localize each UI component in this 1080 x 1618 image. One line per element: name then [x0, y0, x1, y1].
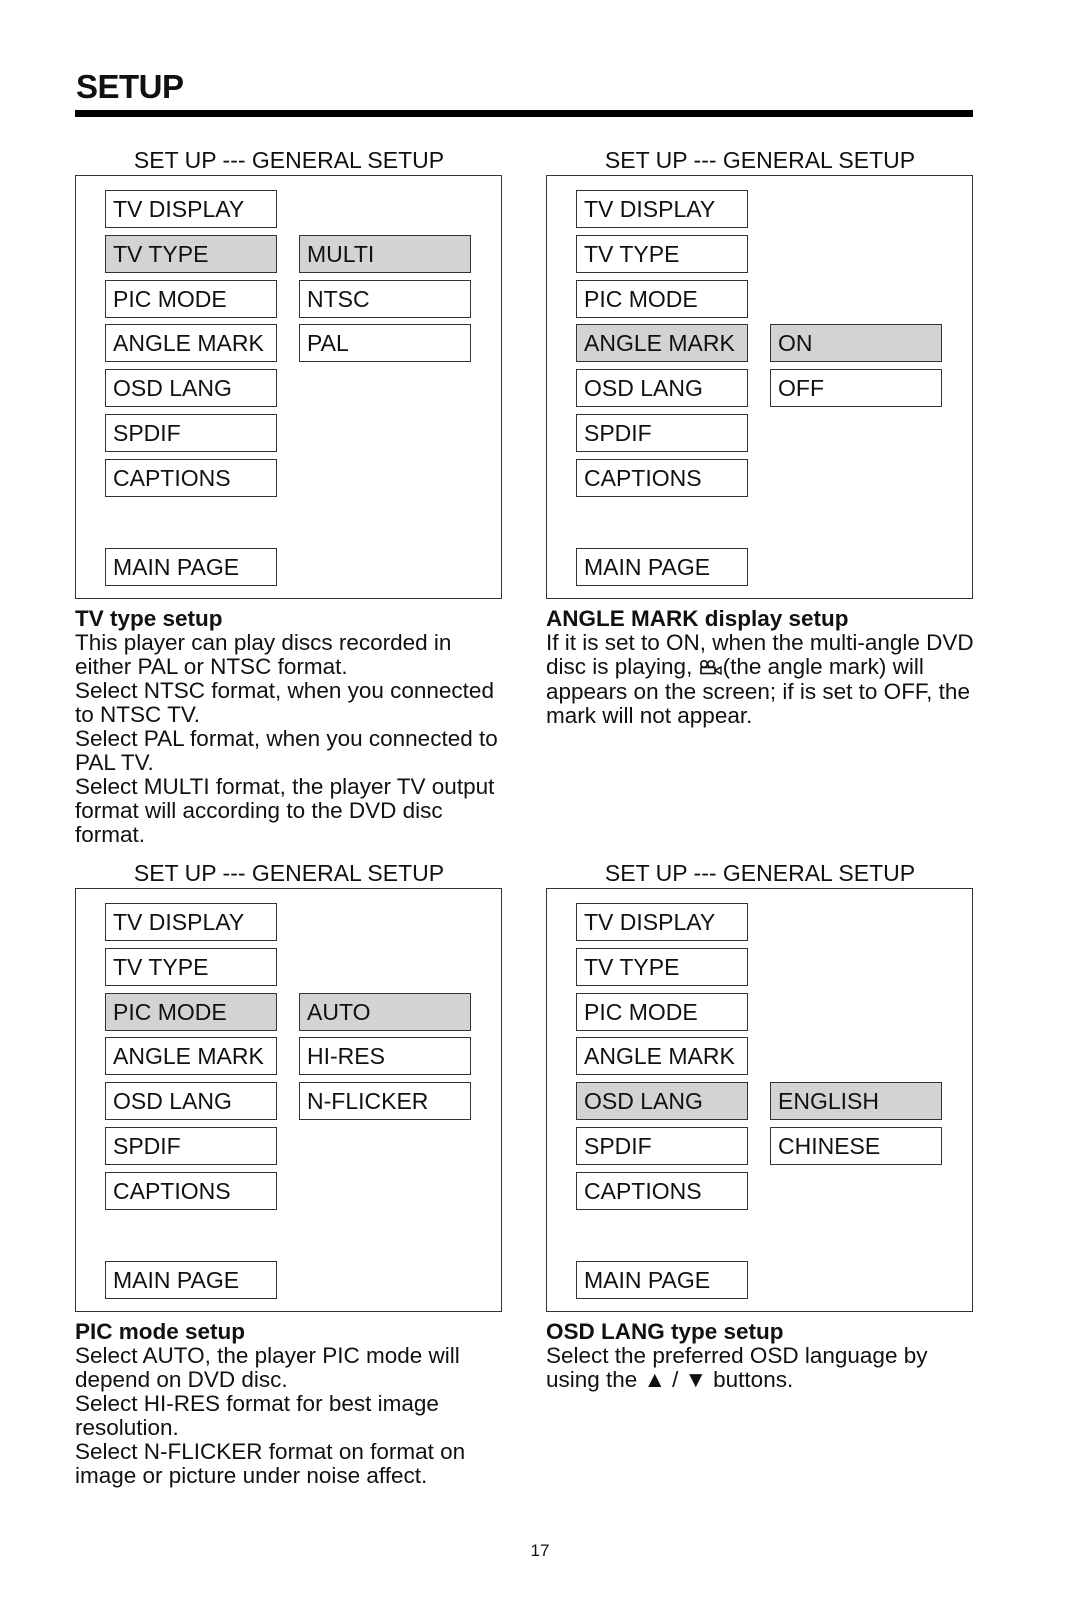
- menu-item-angle-mark[interactable]: ANGLE MARK: [105, 1037, 277, 1076]
- angle-mark-section: SET UP --- GENERAL SETUP TV DISPLAY TV TY…: [546, 145, 974, 728]
- option-off[interactable]: OFF: [770, 369, 942, 408]
- menu-item-angle-mark[interactable]: ANGLE MARK: [576, 1037, 748, 1076]
- menu-item-osd-lang[interactable]: OSD LANG: [576, 369, 748, 408]
- main-page-button[interactable]: MAIN PAGE: [576, 1261, 748, 1299]
- title-rule: [75, 110, 973, 117]
- setup-menu-panel: TV DISPLAY TV TYPE PIC MODE ANGLE MARK OSD L…: [546, 888, 973, 1312]
- menu-item-angle-mark[interactable]: ANGLE MARK: [105, 324, 277, 363]
- menu-item-osd-lang[interactable]: OSD LANG: [105, 369, 277, 408]
- option-n-flicker[interactable]: N-FLICKER: [299, 1082, 471, 1121]
- description-line: Select N-FLICKER format on format on ima…: [75, 1439, 466, 1488]
- setup-menu-panel: TV DISPLAY TV TYPE PIC MODE ANGLE MARK OSD L…: [546, 175, 973, 599]
- description: OSD LANG type setup Select the preferred…: [546, 1320, 974, 1392]
- menu-item-tv-type[interactable]: TV TYPE: [105, 947, 277, 986]
- description-line: Select PAL format, when you connected to…: [75, 726, 498, 775]
- menu-item-osd-lang[interactable]: OSD LANG: [105, 1082, 277, 1121]
- menu-item-pic-mode[interactable]: PIC MODE: [576, 279, 748, 318]
- menu-item-captions[interactable]: CAPTIONS: [576, 1171, 748, 1210]
- menu-item-tv-display[interactable]: TV DISPLAY: [576, 903, 748, 941]
- menu-item-angle-mark[interactable]: ANGLE MARK: [576, 324, 748, 363]
- menu-item-spdif[interactable]: SPDIF: [105, 414, 277, 452]
- description: ANGLE MARK display setup If it is set to…: [546, 607, 974, 728]
- menu-item-captions[interactable]: CAPTIONS: [576, 458, 748, 497]
- description-title: ANGLE MARK display setup: [546, 606, 849, 631]
- description: TV type setup This player can play discs…: [75, 607, 503, 847]
- panel-caption: SET UP --- GENERAL SETUP: [604, 860, 916, 886]
- down-arrow-icon: ▼: [684, 1367, 707, 1392]
- description-line: Select AUTO, the player PIC mode will de…: [75, 1343, 460, 1392]
- menu-item-pic-mode[interactable]: PIC MODE: [105, 992, 277, 1031]
- option-hi-res[interactable]: HI-RES: [299, 1037, 471, 1076]
- option-ntsc[interactable]: NTSC: [299, 279, 471, 318]
- menu-item-osd-lang[interactable]: OSD LANG: [576, 1082, 748, 1121]
- description-text-after: buttons.: [706, 1367, 794, 1392]
- osd-lang-section: SET UP --- GENERAL SETUP TV DISPLAY TV TY…: [546, 858, 974, 1392]
- main-page-button[interactable]: MAIN PAGE: [576, 548, 748, 586]
- description-text: If it is set to ON, when the multi-angle…: [546, 631, 974, 728]
- up-arrow-icon: ▲: [643, 1367, 666, 1392]
- page-title: SETUP: [76, 68, 184, 105]
- menu-item-spdif[interactable]: SPDIF: [105, 1127, 277, 1165]
- menu-item-spdif[interactable]: SPDIF: [576, 1127, 748, 1165]
- option-english[interactable]: ENGLISH: [770, 1082, 942, 1121]
- setup-menu-panel: TV DISPLAY TV TYPE PIC MODE ANGLE MARK OSD L…: [75, 175, 502, 599]
- description-line: Select HI-RES format for best image reso…: [75, 1391, 439, 1440]
- menu-item-tv-type[interactable]: TV TYPE: [576, 234, 748, 273]
- option-auto[interactable]: AUTO: [299, 992, 471, 1031]
- menu-item-captions[interactable]: CAPTIONS: [105, 1171, 277, 1210]
- description-title: PIC mode setup: [75, 1319, 246, 1344]
- page-number: 17: [530, 1541, 550, 1560]
- setup-menu-panel: TV DISPLAY TV TYPE PIC MODE ANGLE MARK OSD L…: [75, 888, 502, 1312]
- menu-item-tv-type[interactable]: TV TYPE: [105, 234, 277, 273]
- main-page-button[interactable]: MAIN PAGE: [105, 548, 277, 586]
- description: PIC mode setup Select AUTO, the player P…: [75, 1320, 503, 1488]
- option-on[interactable]: ON: [770, 324, 942, 363]
- menu-item-pic-mode[interactable]: PIC MODE: [105, 279, 277, 318]
- menu-item-captions[interactable]: CAPTIONS: [105, 458, 277, 497]
- main-page-button[interactable]: MAIN PAGE: [105, 1261, 277, 1299]
- menu-item-tv-display[interactable]: TV DISPLAY: [576, 190, 748, 228]
- menu-item-tv-display[interactable]: TV DISPLAY: [105, 190, 277, 228]
- menu-item-pic-mode[interactable]: PIC MODE: [576, 992, 748, 1031]
- panel-caption: SET UP --- GENERAL SETUP: [133, 147, 445, 173]
- tv-type-section: SET UP --- GENERAL SETUP TV DISPLAY TV TY…: [75, 145, 503, 847]
- option-pal[interactable]: PAL: [299, 324, 471, 363]
- menu-item-tv-display[interactable]: TV DISPLAY: [105, 903, 277, 941]
- menu-item-tv-type[interactable]: TV TYPE: [576, 947, 748, 986]
- panel-caption: SET UP --- GENERAL SETUP: [133, 860, 445, 886]
- pic-mode-section: SET UP --- GENERAL SETUP TV DISPLAY TV TY…: [75, 858, 503, 1488]
- separator: /: [665, 1367, 685, 1392]
- angle-mark-icon: [699, 658, 723, 678]
- option-multi[interactable]: MULTI: [299, 234, 471, 273]
- description-line: This player can play discs recorded in e…: [75, 630, 452, 679]
- description-text: Select the preferred OSD language by usi…: [546, 1344, 974, 1392]
- description-line: Select NTSC format, when you connected t…: [75, 678, 494, 727]
- menu-item-spdif[interactable]: SPDIF: [576, 414, 748, 452]
- description-title: OSD LANG type setup: [546, 1319, 784, 1344]
- description-title: TV type setup: [75, 606, 223, 631]
- description-line: Select MULTI format, the player TV outpu…: [75, 774, 495, 847]
- option-chinese[interactable]: CHINESE: [770, 1127, 942, 1165]
- panel-caption: SET UP --- GENERAL SETUP: [604, 147, 916, 173]
